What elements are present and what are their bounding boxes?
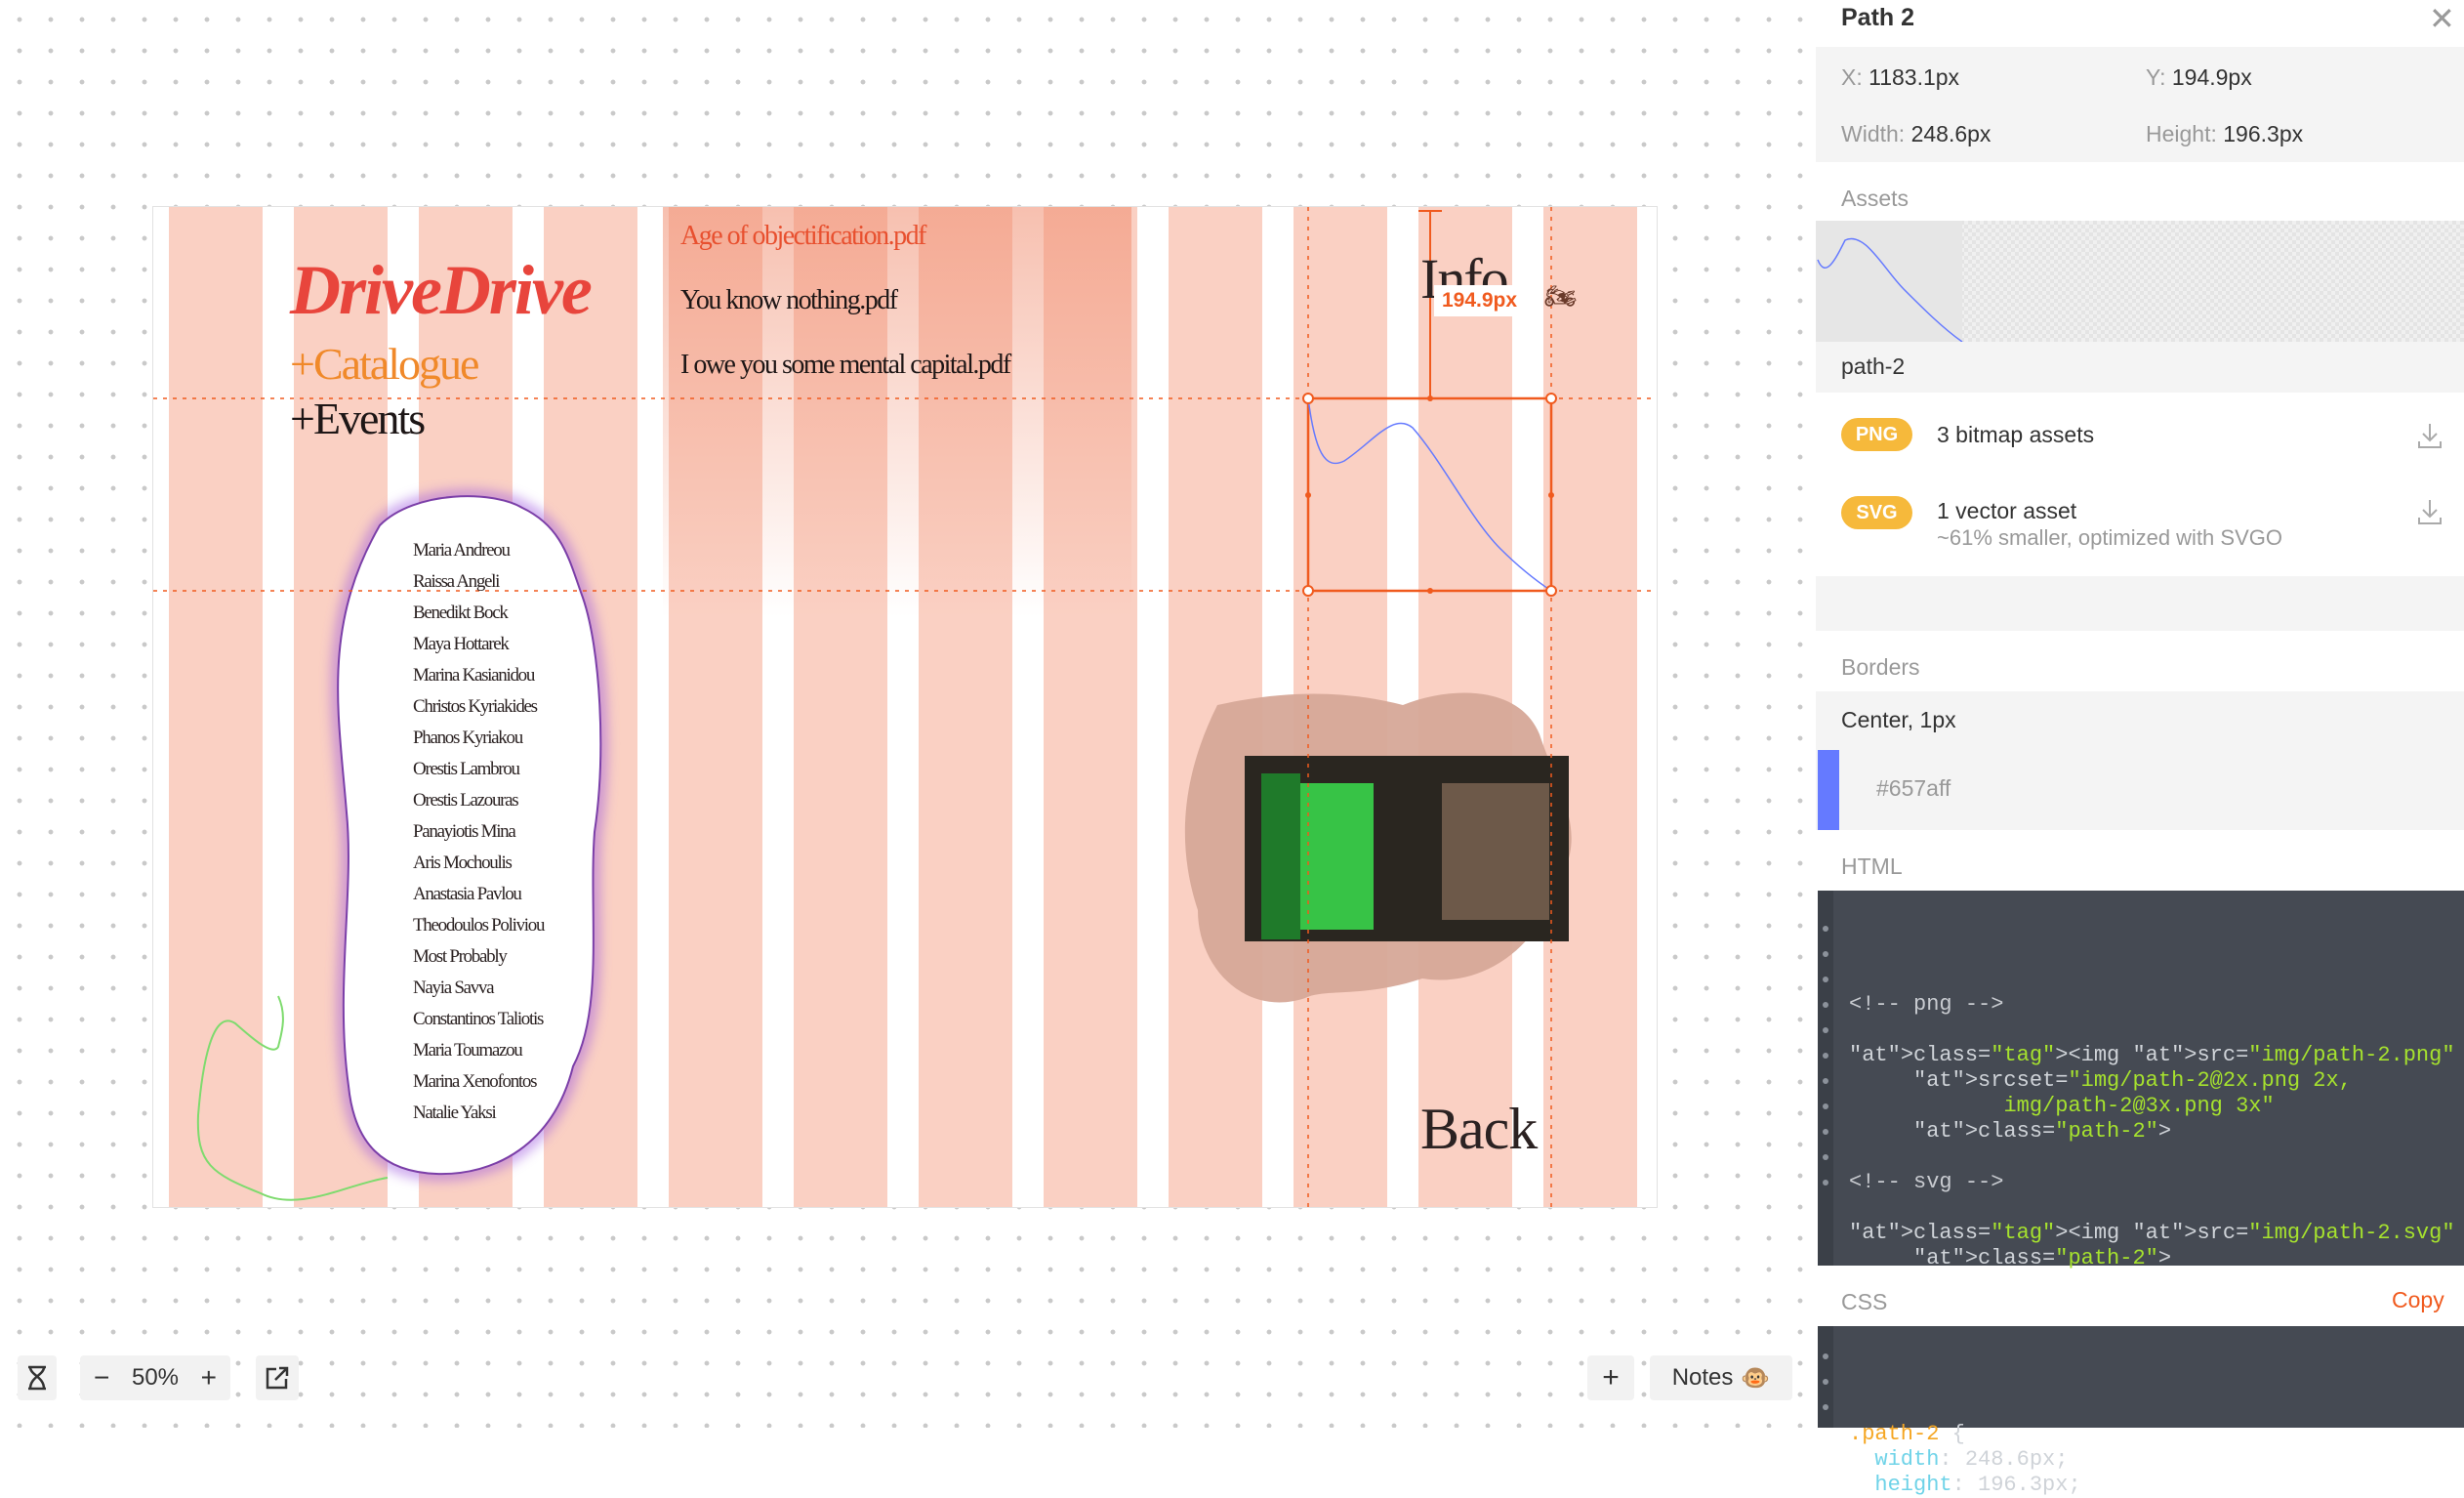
zoom-level[interactable]: 50% — [132, 1364, 179, 1392]
png-asset-row[interactable]: PNG 3 bitmap assets — [1841, 418, 2446, 457]
png-asset-text: 3 bitmap assets — [1937, 422, 2095, 447]
names-blob — [153, 207, 1657, 1207]
name-list-item[interactable]: Maya Hottarek — [413, 629, 544, 660]
name-list-item[interactable]: Benedikt Bock — [413, 598, 544, 629]
name-list-item[interactable]: Theodoulos Poliviou — [413, 910, 545, 941]
code-line: <!-- svg --> — [1849, 1170, 2004, 1194]
png-badge: PNG — [1841, 418, 1912, 451]
room-image-shade — [1261, 773, 1300, 939]
code-line: <!-- png --> — [1849, 992, 2004, 1017]
add-note-button[interactable]: + — [1587, 1355, 1634, 1400]
artboard[interactable]: DriveDrive +Catalogue +Events Age of obj… — [152, 206, 1658, 1208]
notes-label: Notes — [1671, 1364, 1734, 1391]
name-list-item[interactable]: Anastasia Pavlou — [413, 879, 544, 910]
border-desc: Center, 1px — [1841, 707, 1956, 732]
width-label: Width: — [1841, 121, 1906, 146]
y-label: Y: — [2146, 64, 2166, 90]
path-2-stroke[interactable] — [1307, 397, 1552, 592]
asset-preview[interactable] — [1816, 221, 2464, 343]
inspector-panel: Path 2 ✕ X: 1183.1px Y: 194.9px Width: 2… — [1816, 0, 2464, 1497]
zoom-control: − 50% + — [80, 1355, 230, 1400]
room-image-wall — [1442, 783, 1549, 920]
name-list-item[interactable]: Panayiotis Mina — [413, 816, 544, 848]
hourglass-icon — [28, 1365, 46, 1391]
design-canvas[interactable]: DriveDrive +Catalogue +Events Age of obj… — [0, 0, 1816, 1428]
name-list-item[interactable]: Maria Andreou — [413, 535, 544, 566]
code-line: img/path-2@3x.png 3x" — [2003, 1094, 2275, 1118]
height-value[interactable]: 196.3px — [2223, 121, 2303, 146]
asset-thumbnail — [1816, 221, 1963, 343]
x-label: X: — [1841, 64, 1863, 90]
height-label: Height: — [2146, 121, 2217, 146]
name-list-item[interactable]: Constantinos Taliotis — [413, 1004, 544, 1035]
code-line: "at">class="tag"><img "at">src="img/path… — [1849, 1043, 2455, 1067]
name-list-item[interactable]: Raissa Angeli — [413, 566, 544, 598]
border-color-row[interactable]: #657aff — [1816, 748, 2464, 830]
name-list-item[interactable]: Nayia Savva — [413, 973, 544, 1004]
html-code-block[interactable]: <!-- png --> "at">class="tag"><img "at">s… — [1818, 891, 2464, 1270]
close-icon[interactable]: ✕ — [2429, 0, 2455, 37]
download-icon[interactable] — [2417, 498, 2443, 525]
name-list-item[interactable]: Marina Xenofontos — [413, 1066, 544, 1098]
code-line: "at">srcset="img/path-2@2x.png 2x, — [1913, 1068, 2352, 1093]
name-list-item[interactable]: Maria Toumazou — [413, 1035, 544, 1066]
monkey-icon: 🐵 — [1741, 1364, 1771, 1392]
history-button[interactable] — [18, 1355, 57, 1400]
name-list-item[interactable]: Marina Kasianidou — [413, 660, 544, 691]
svg-asset-row[interactable]: SVG 1 vector asset ~61% smaller, optimiz… — [1841, 496, 2446, 555]
code-line: height: 196.3px; — [1874, 1473, 2081, 1497]
code-line: "at">class="path-2"> — [1913, 1119, 2172, 1144]
asset-name[interactable]: path-2 — [1841, 354, 1905, 380]
measure-badge: 194.9px — [1434, 285, 1526, 316]
width-value[interactable]: 248.6px — [1911, 121, 1992, 146]
css-code-block[interactable]: .path-2 { width: 248.6px; height: 196.3p… — [1818, 1326, 2464, 1497]
name-list-item[interactable]: Orestis Lambrou — [413, 754, 544, 785]
notes-button[interactable]: Notes 🐵 — [1650, 1355, 1792, 1400]
name-list-item[interactable]: Phanos Kyriakou — [413, 723, 544, 754]
svg-asset-text: 1 vector asset — [1937, 498, 2077, 523]
code-line: "at">class="path-2"> — [1913, 1246, 2172, 1270]
assets-spacer — [1816, 576, 2464, 631]
assets-heading: Assets — [1841, 186, 1910, 211]
asset-name-row: path-2 — [1816, 342, 2464, 393]
name-list-item[interactable]: Natalie Yaksi — [413, 1098, 544, 1129]
y-value[interactable]: 194.9px — [2172, 64, 2252, 90]
name-list-item[interactable]: Orestis Lazouras — [413, 785, 544, 816]
download-icon[interactable] — [2417, 422, 2443, 449]
dimensions-section: X: 1183.1px Y: 194.9px Width: 248.6px He… — [1816, 47, 2464, 162]
border-desc-row: Center, 1px — [1816, 691, 2464, 748]
code-line: "at">class="tag"><img "at">src="img/path… — [1849, 1221, 2455, 1245]
border-color-value[interactable]: #657aff — [1876, 775, 1951, 802]
svg-badge: SVG — [1841, 496, 1912, 529]
name-list-item[interactable]: Most Probably — [413, 941, 544, 973]
panel-title: Path 2 — [1841, 4, 1915, 31]
code-line: .path-2 { — [1849, 1422, 1965, 1446]
copy-css-button[interactable]: Copy — [2392, 1287, 2444, 1313]
html-heading: HTML — [1841, 853, 1903, 879]
back-link[interactable]: Back — [1420, 1096, 1538, 1163]
names-list: Maria Andreou Raissa Angeli Benedikt Bock M… — [413, 535, 545, 1129]
name-list-item[interactable]: Aris Mochoulis — [413, 848, 544, 879]
zoom-out-button[interactable]: − — [94, 1362, 109, 1394]
x-value[interactable]: 1183.1px — [1869, 64, 1959, 90]
external-link-icon — [266, 1366, 289, 1390]
css-heading: CSS — [1841, 1289, 1888, 1314]
borders-heading: Borders — [1841, 654, 1920, 680]
name-list-item[interactable]: Christos Kyriakides — [413, 691, 544, 723]
export-button[interactable] — [256, 1355, 299, 1400]
code-line: width: 248.6px; — [1874, 1447, 2069, 1472]
svg-asset-subtext: ~61% smaller, optimized with SVGO — [1937, 525, 2282, 550]
zoom-in-button[interactable]: + — [201, 1362, 217, 1394]
border-color-swatch[interactable] — [1818, 750, 1839, 830]
motorcycle-icon: 🏍 — [1544, 281, 1578, 311]
